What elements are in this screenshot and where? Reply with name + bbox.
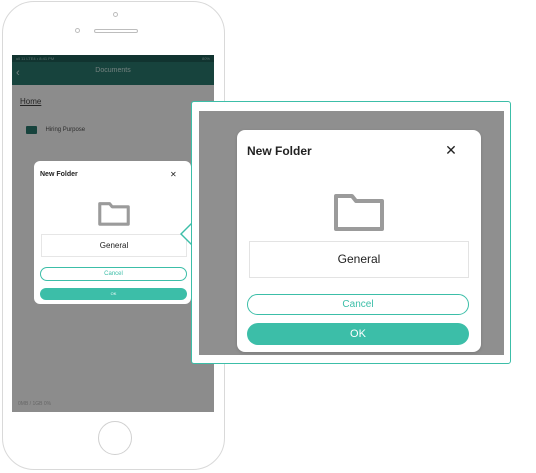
dialog-title: New Folder [40,171,78,178]
close-icon[interactable]: ✕ [170,170,177,179]
ok-button[interactable]: OK [247,323,469,345]
front-camera [75,28,80,33]
folder-icon [98,202,130,226]
cancel-button[interactable]: Cancel [247,294,469,315]
folder-name-input[interactable]: General [249,241,469,278]
cancel-button[interactable]: Cancel [40,267,187,281]
zoom-callout: New Folder ✕ General Cancel OK [191,101,511,364]
home-button [98,421,132,455]
dialog-title: New Folder [247,144,312,158]
ok-button[interactable]: OK [40,288,187,300]
modal-overlay: New Folder ✕ General Cancel OK [199,111,504,355]
close-icon[interactable]: ✕ [443,142,459,158]
earpiece-speaker [94,29,138,33]
phone-new-folder-dialog: New Folder ✕ General Cancel OK [34,161,191,304]
proximity-sensor [113,12,118,17]
folder-name-input[interactable]: General [41,234,187,257]
new-folder-dialog: New Folder ✕ General Cancel OK [237,130,481,352]
folder-icon [334,194,384,231]
